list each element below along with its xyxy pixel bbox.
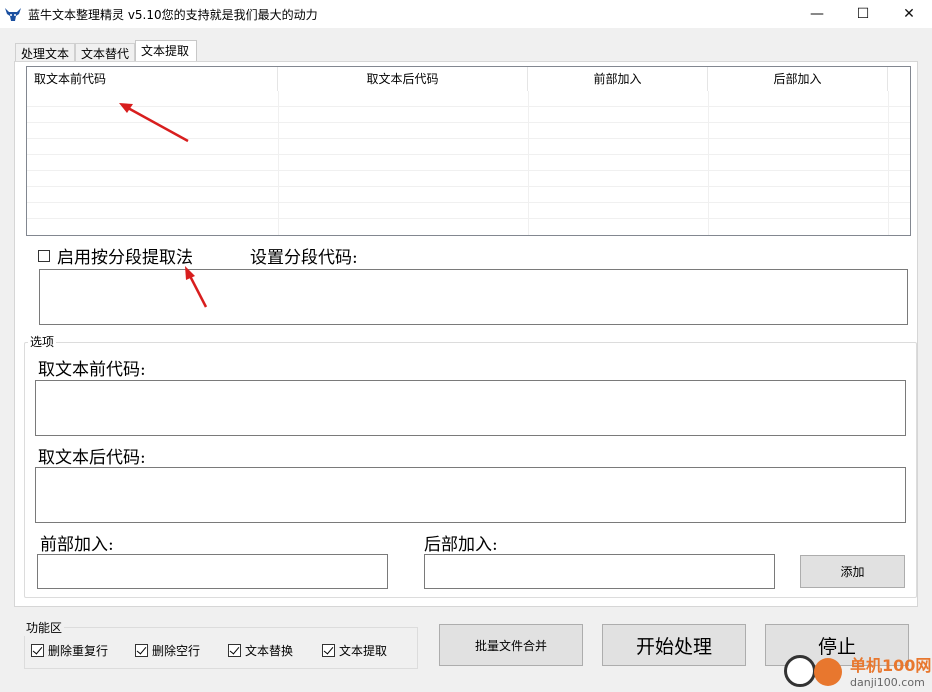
grid-divider [278,91,279,235]
grid-header: 取文本前代码 取文本后代码 前部加入 后部加入 [27,67,910,91]
front-add-label: 前部加入: [40,535,114,555]
watermark-logo-icon [784,655,816,687]
column-header-suffix[interactable]: 取文本后代码 [278,67,528,91]
watermark: 单机100网 danji100.com [784,650,932,692]
checked-icon[interactable] [31,644,44,657]
tab-process-text[interactable]: 处理文本 [15,43,75,62]
checked-icon[interactable] [322,644,335,657]
table-row[interactable] [27,139,910,155]
table-row[interactable] [27,107,910,123]
checkbox-icon[interactable] [38,249,50,262]
window-title: 蓝牛文本整理精灵 v5.10您的支持就是我们最大的动力 [28,8,318,22]
dedupe-lines-checkbox[interactable]: 删除重复行 [31,642,108,659]
add-button[interactable]: 添加 [800,555,905,588]
prefix-code-label: 取文本前代码: [38,360,146,380]
checked-icon[interactable] [135,644,148,657]
table-row[interactable] [27,155,910,171]
front-add-input[interactable] [37,554,388,589]
segment-code-input[interactable] [39,269,908,325]
close-button[interactable]: ✕ [886,0,932,28]
prefix-code-input[interactable] [35,380,906,436]
table-row[interactable] [27,171,910,187]
delete-empty-lines-checkbox[interactable]: 删除空行 [135,642,200,659]
column-header-back[interactable]: 后部加入 [708,67,888,91]
table-row[interactable] [27,187,910,203]
text-extract-checkbox[interactable]: 文本提取 [322,642,387,659]
delete-empty-lines-label: 删除空行 [152,644,201,658]
segment-code-label: 设置分段代码: [250,248,358,268]
checked-icon[interactable] [228,644,241,657]
dedupe-lines-label: 删除重复行 [48,644,109,658]
column-header-prefix[interactable]: 取文本前代码 [27,67,278,91]
function-group-title: 功能区 [24,619,65,636]
grid-rows [27,91,910,219]
tab-text-extract[interactable]: 文本提取 [135,40,197,62]
text-replace-checkbox[interactable]: 文本替换 [228,642,293,659]
text-extract-label: 文本提取 [339,644,388,658]
title-bar: 蓝牛文本整理精灵 v5.10您的支持就是我们最大的动力 — ☐ ✕ [0,0,932,28]
suffix-code-label: 取文本后代码: [38,448,146,468]
tab-text-replace[interactable]: 文本替代 [75,43,135,62]
grid-divider [888,91,889,235]
grid-divider [528,91,529,235]
segment-extract-checkbox[interactable]: 启用按分段提取法 [38,243,193,268]
bull-logo-icon [5,8,21,21]
watermark-logo-icon [814,658,842,686]
back-add-input[interactable] [424,554,775,589]
start-process-button[interactable]: 开始处理 [602,624,746,666]
grid-divider [708,91,709,235]
table-row[interactable] [27,123,910,139]
watermark-name: 单机100网 [850,656,932,675]
table-row[interactable] [27,91,910,107]
suffix-code-input[interactable] [35,467,906,523]
maximize-button[interactable]: ☐ [840,0,886,28]
text-replace-label: 文本替换 [245,644,294,658]
segment-extract-label: 启用按分段提取法 [57,248,193,268]
table-row[interactable] [27,203,910,219]
batch-merge-button[interactable]: 批量文件合并 [439,624,583,666]
watermark-url: danji100.com [850,676,925,689]
options-group-title: 选项 [28,333,57,350]
back-add-label: 后部加入: [424,535,498,555]
watermark-text: 单机100网 danji100.com [850,652,931,689]
column-header-front[interactable]: 前部加入 [528,67,708,91]
minimize-button[interactable]: — [794,0,840,28]
extract-rules-grid[interactable]: 取文本前代码 取文本后代码 前部加入 后部加入 [26,66,911,236]
